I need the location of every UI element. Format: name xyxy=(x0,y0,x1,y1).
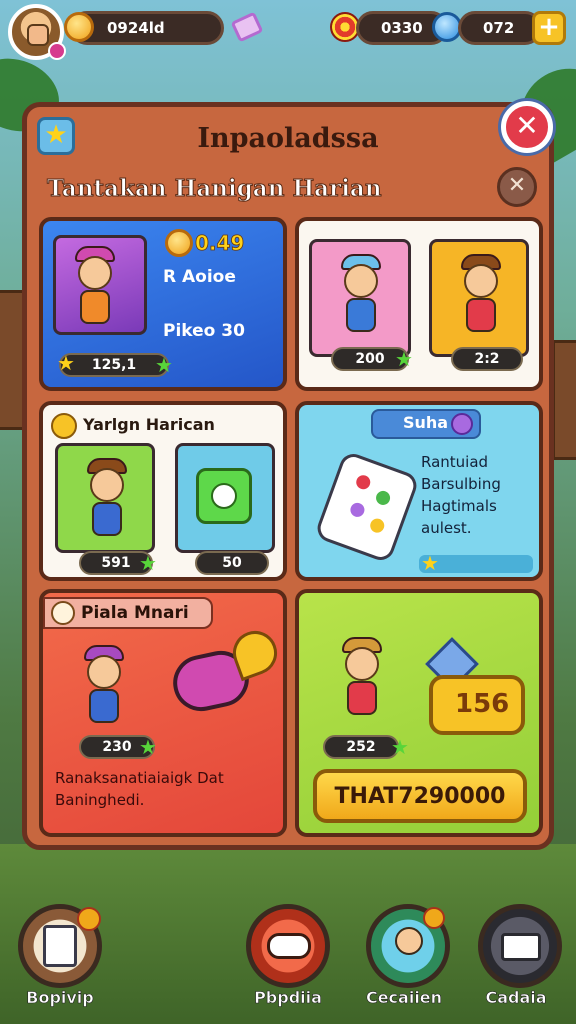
claim-button[interactable]: THAT7290000 xyxy=(313,769,527,823)
quest-card-5-title: Piala Mnari xyxy=(81,603,189,623)
quest-card-3-reward-b: 50 xyxy=(195,551,269,575)
gem-icon[interactable] xyxy=(230,11,264,43)
quest-card-1-image xyxy=(53,235,147,335)
gamepad-icon xyxy=(267,933,311,959)
orb-value: 072 xyxy=(483,19,515,37)
quest-card-6[interactable]: 156 252 ★ THAT7290000 xyxy=(295,589,543,837)
panel-title: Inpaoladssa xyxy=(197,123,379,154)
coin-value: 0924ld xyxy=(107,19,165,37)
quest-card-1[interactable]: 0.49 R Aoioe Pikeo 30 125,1 ★ ★ xyxy=(39,217,287,391)
nav-mail-button[interactable] xyxy=(478,904,562,988)
orb-counter[interactable]: 072 xyxy=(458,11,542,45)
quest-card-4[interactable]: Suha Rantuiad Barsulbing Hagtimals aules… xyxy=(295,401,543,581)
quest-card-3-image-b xyxy=(175,443,275,553)
green-star-icon: ★ xyxy=(139,735,157,759)
hammer-icon xyxy=(51,601,75,625)
quest-card-2-image-b xyxy=(429,239,529,357)
wrench-icon xyxy=(51,413,77,439)
notification-badge xyxy=(423,907,445,929)
secondary-close-button[interactable]: ✕ xyxy=(497,167,537,207)
nav-quests-label: Bopivip xyxy=(26,988,94,1008)
nav-quests-button[interactable] xyxy=(18,904,102,988)
quest-card-1-label-2: Pikeo 30 xyxy=(163,321,245,341)
star-icon: ★ xyxy=(57,351,75,375)
quest-card-5-description: Ranaksanatiaiaigk Dat Baninghedi. xyxy=(55,769,224,809)
close-button[interactable]: ✕ xyxy=(501,101,553,153)
notification-badge xyxy=(77,907,101,931)
avatar-badge-icon xyxy=(48,42,66,60)
green-star-icon: ★ xyxy=(155,353,173,377)
mail-icon xyxy=(501,933,541,961)
background-hut xyxy=(552,340,576,460)
nav-mail-label: Cadaia xyxy=(485,988,547,1008)
quest-scroll-icon xyxy=(43,925,77,967)
phone-illustration xyxy=(313,450,421,564)
quest-card-4-description: Rantuiad Barsulbing Hagtimals aulest. xyxy=(421,453,501,537)
purple-coin-icon xyxy=(451,413,473,435)
nav-play-label: Pbpdiia xyxy=(254,988,322,1008)
avatar-face xyxy=(27,24,49,46)
quest-card-3-title: Yarlgn Harican xyxy=(83,415,215,434)
quest-card-1-value: 0.49 xyxy=(195,231,245,256)
green-gadget-icon xyxy=(196,468,252,524)
quest-card-1-reward: 125,1 xyxy=(59,353,169,377)
add-currency-button[interactable]: + xyxy=(532,11,566,45)
gold-badge-value: 156 xyxy=(455,689,510,719)
quest-card-1-label-1: R Aoioe xyxy=(163,267,236,287)
quest-card-3[interactable]: Yarlgn Harican 591 ★ 50 xyxy=(39,401,287,581)
nav-friends-button[interactable] xyxy=(366,904,450,988)
green-star-icon: ★ xyxy=(395,347,413,371)
player-avatar[interactable] xyxy=(8,4,66,60)
panel-subtitle: Tantakan Hanigan Harian xyxy=(47,175,383,203)
quest-card-5[interactable]: Piala Mnari 230 ★ Ranaksanatiaiaigk Dat … xyxy=(39,589,287,837)
score-value: 0330 xyxy=(381,19,423,37)
gold-coin-icon xyxy=(165,229,193,257)
quest-card-2-reward-b: 2:2 xyxy=(451,347,523,371)
star-icon: ★ xyxy=(421,551,439,575)
friend-avatar-icon xyxy=(395,927,423,955)
top-bar: 0924ld 0330 072 + xyxy=(0,0,576,60)
green-star-icon: ★ xyxy=(391,735,409,759)
quest-card-2[interactable]: 200 ★ 2:2 xyxy=(295,217,543,391)
nav-friends-label: Cecaiien xyxy=(365,988,443,1008)
gold-badge: 156 xyxy=(429,675,525,735)
green-star-icon: ★ xyxy=(139,551,157,575)
quest-card-2-image-a xyxy=(309,239,411,357)
coin-icon xyxy=(64,12,94,42)
quest-card-4-title: Suha xyxy=(403,413,449,432)
quest-card-3-image-a xyxy=(55,443,155,553)
nav-play-button[interactable] xyxy=(246,904,330,988)
daily-quest-panel: ★ Inpaoladssa ✕ Tantakan Hanigan Harian … xyxy=(22,101,554,850)
quest-card-6-reward: 252 xyxy=(323,735,399,759)
